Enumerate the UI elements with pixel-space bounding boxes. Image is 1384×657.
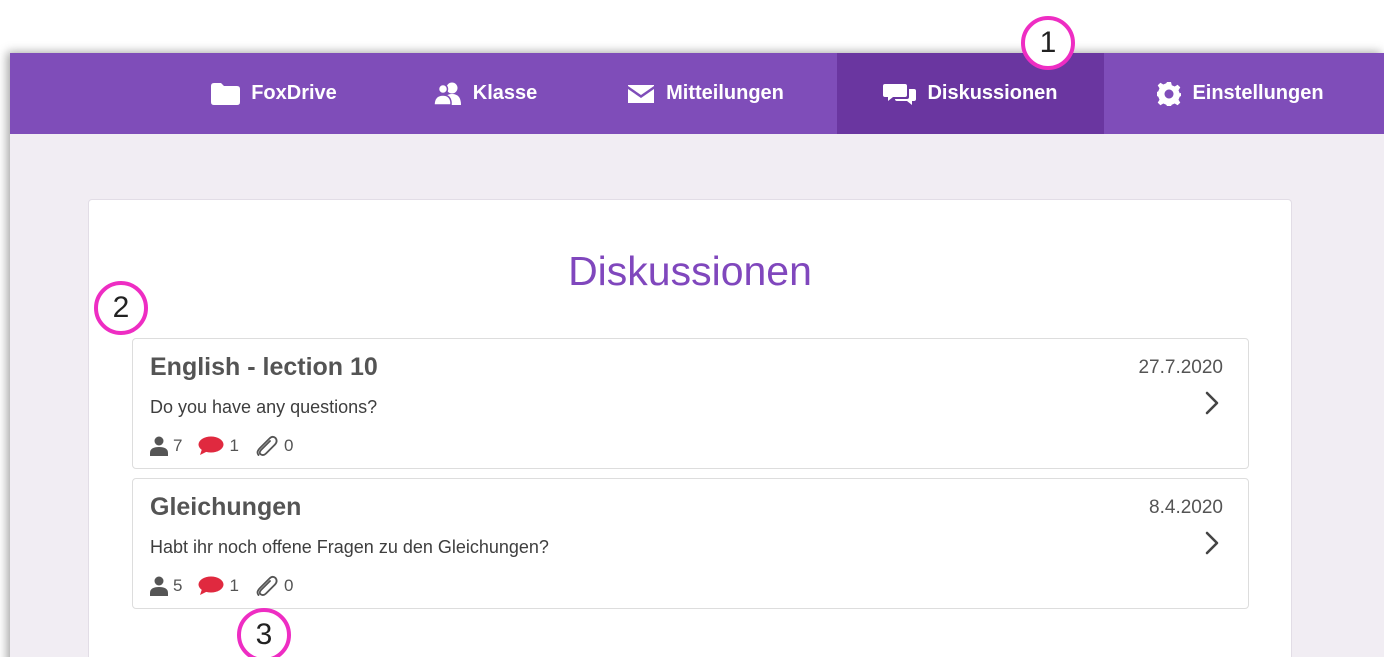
user-icon	[150, 576, 168, 596]
participants-count: 7	[173, 436, 183, 455]
attachments-count: 0	[283, 576, 294, 595]
callout-marker-3: 3	[237, 608, 291, 657]
discussion-stats: 7 1 0	[150, 434, 309, 458]
app-window: FoxDrive Klasse Mitteilungen Diskussione…	[10, 53, 1384, 657]
participants-count: 5	[173, 576, 183, 595]
participants-stat: 5	[150, 576, 182, 596]
discussion-date: 8.4.2020	[1149, 497, 1223, 518]
nav-item-diskussionen[interactable]: Diskussionen	[837, 53, 1104, 134]
discussion-description: Habt ihr noch offene Fragen zu den Gleic…	[150, 537, 549, 557]
discussion-item[interactable]: English - lection 10 27.7.2020 Do you ha…	[132, 338, 1249, 469]
discussion-stats: 5 1 0	[150, 574, 309, 598]
comments-stat: 1	[198, 436, 239, 456]
page-title: Diskussionen	[568, 248, 812, 294]
comments-count: 1	[229, 576, 239, 595]
nav-label: Diskussionen	[927, 82, 1058, 104]
nav-item-einstellungen[interactable]: Einstellungen	[1140, 53, 1340, 134]
chevron-right-icon[interactable]	[1205, 391, 1219, 415]
gear-icon	[1156, 81, 1182, 107]
top-navbar: FoxDrive Klasse Mitteilungen Diskussione…	[10, 53, 1384, 134]
comments-count: 1	[229, 436, 239, 455]
users-icon	[432, 82, 463, 106]
discussion-title: English - lection 10	[150, 353, 378, 381]
chat-bubbles-icon	[883, 82, 917, 106]
comment-icon	[198, 436, 224, 455]
nav-item-klasse[interactable]: Klasse	[410, 53, 560, 134]
envelope-icon	[626, 83, 656, 105]
nav-item-mitteilungen[interactable]: Mitteilungen	[600, 53, 810, 134]
user-icon	[150, 436, 168, 456]
discussion-date: 27.7.2020	[1138, 357, 1223, 378]
nav-label: Einstellungen	[1192, 82, 1324, 104]
discussion-description: Do you have any questions?	[150, 397, 378, 417]
discussion-item[interactable]: Gleichungen 8.4.2020 Habt ihr noch offen…	[132, 478, 1249, 609]
participants-stat: 7	[150, 436, 182, 456]
paperclip-icon	[256, 575, 278, 596]
nav-label: FoxDrive	[251, 82, 337, 104]
comments-stat: 1	[198, 576, 239, 596]
nav-item-foxdrive[interactable]: FoxDrive	[188, 53, 358, 134]
nav-label: Mitteilungen	[666, 82, 784, 104]
comment-icon	[198, 576, 224, 595]
folder-icon	[209, 82, 241, 106]
callout-marker-1: 1	[1021, 16, 1075, 70]
discussion-title: Gleichungen	[150, 493, 302, 521]
callout-marker-2: 2	[94, 281, 148, 335]
nav-label: Klasse	[472, 82, 538, 104]
discussions-card: Diskussionen English - lection 10 27.7.2…	[88, 199, 1292, 657]
paperclip-icon	[256, 435, 278, 456]
chevron-right-icon[interactable]	[1205, 531, 1219, 555]
attachments-stat: 0	[255, 435, 293, 457]
attachments-count: 0	[283, 436, 294, 455]
attachments-stat: 0	[255, 575, 293, 597]
